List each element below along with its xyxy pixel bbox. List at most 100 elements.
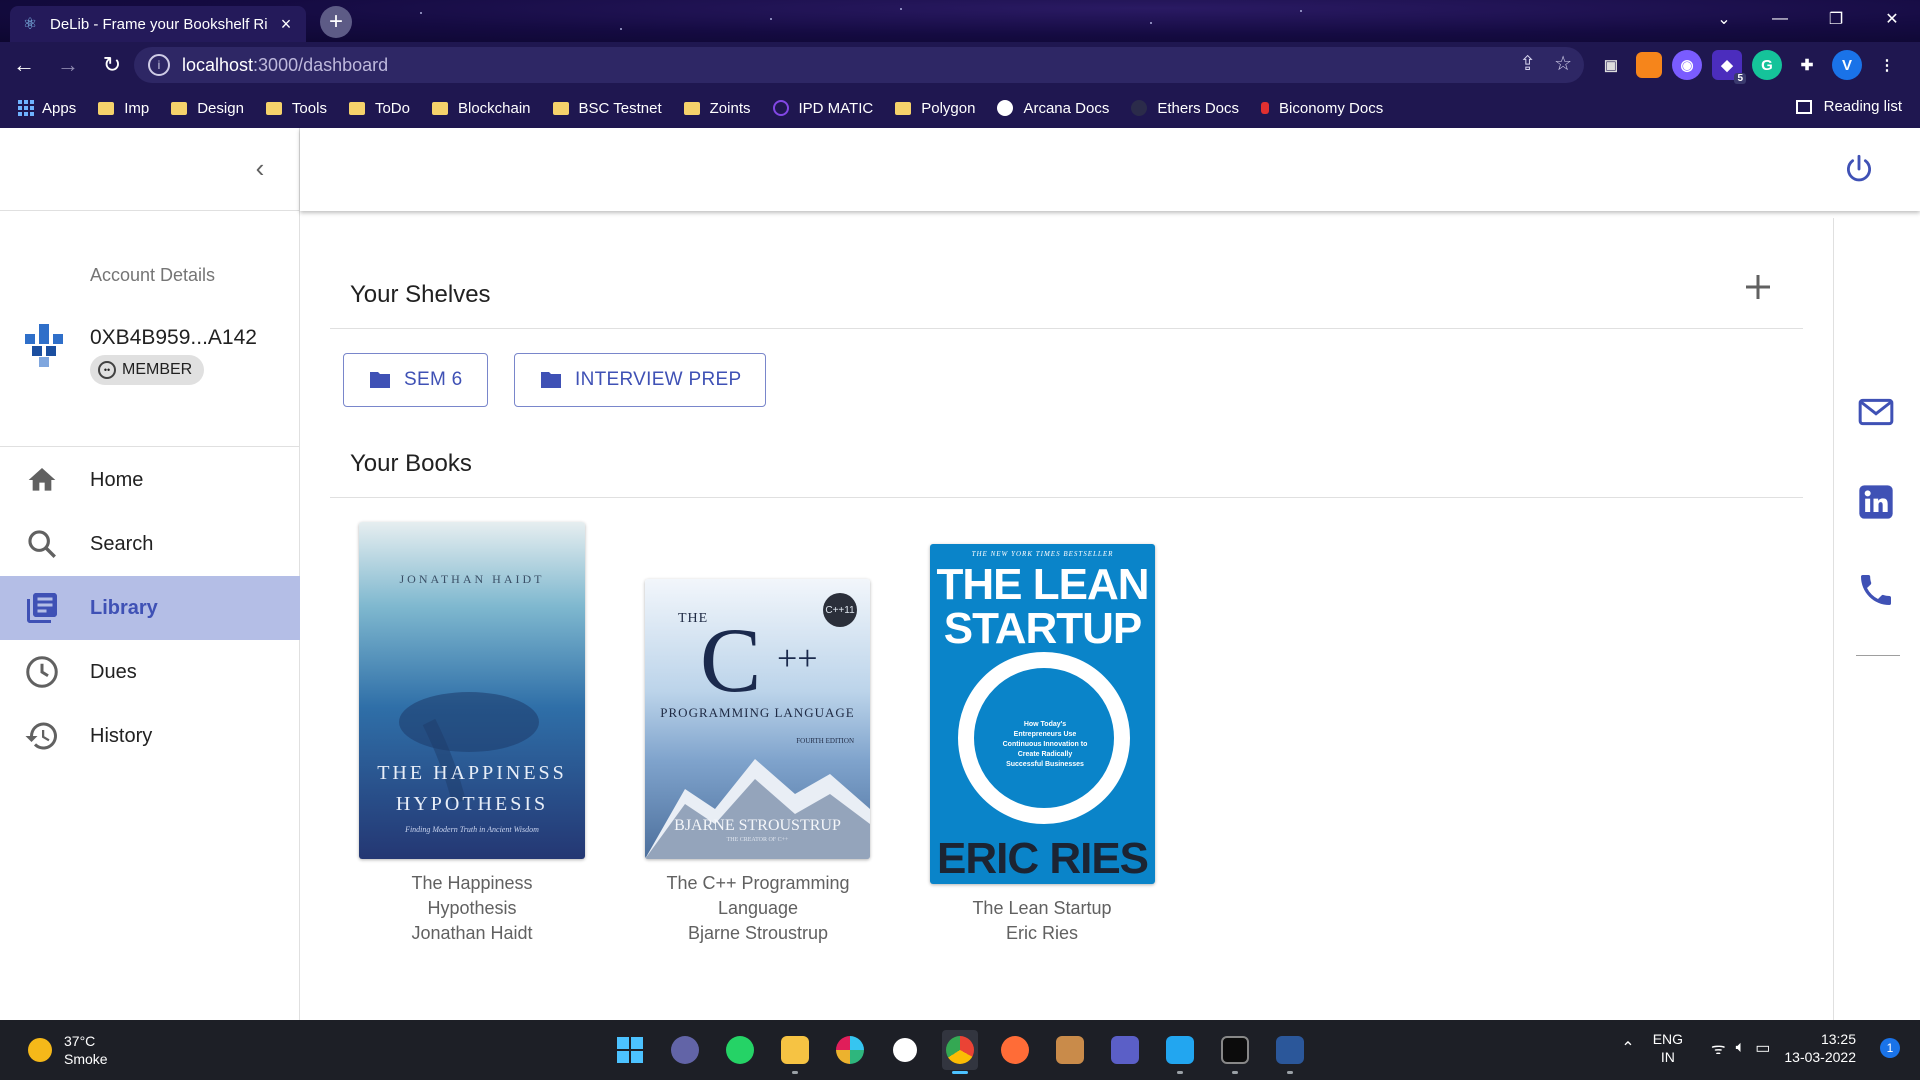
file-explorer-icon[interactable] <box>777 1030 813 1074</box>
url-path: :3000/dashboard <box>253 54 389 75</box>
word-icon[interactable] <box>1272 1030 1308 1074</box>
sidebar-item-search[interactable]: Search <box>0 512 300 576</box>
chrome-icon[interactable] <box>942 1030 978 1074</box>
address-bar[interactable]: i localhost:3000/dashboard ⇪ ☆ <box>134 47 1584 83</box>
sidebar-item-dues[interactable]: Dues <box>0 640 300 704</box>
new-tab-button[interactable]: + <box>320 6 352 38</box>
microsoft-teams-icon[interactable] <box>1107 1030 1143 1070</box>
linkedin-icon[interactable] <box>1856 482 1896 522</box>
minimize-icon[interactable]: — <box>1752 0 1808 38</box>
clock[interactable]: 13:25 13-03-2022 <box>1784 1030 1856 1066</box>
restore-icon[interactable]: ❐ <box>1808 0 1864 38</box>
postman-icon[interactable] <box>997 1030 1033 1070</box>
site-info-icon[interactable]: i <box>148 54 170 76</box>
browser-menu-icon[interactable]: ⋮ <box>1872 50 1902 80</box>
bookmark-folder[interactable]: Tools <box>265 100 327 117</box>
bookmark-link[interactable]: Biconomy Docs <box>1261 100 1383 117</box>
bookmark-link[interactable]: Ethers Docs <box>1131 100 1239 117</box>
logout-power-icon[interactable] <box>1842 152 1876 186</box>
book-author: Eric Ries <box>1005 923 1078 943</box>
mongodb-compass-icon[interactable] <box>887 1030 923 1070</box>
profile-avatar[interactable]: V <box>1832 50 1862 80</box>
chat-extension-icon[interactable]: ◉ <box>1672 50 1702 80</box>
polygon-icon <box>772 100 789 116</box>
teams-chat-icon[interactable] <box>667 1030 703 1070</box>
cover-author: JONATHAN HAIDT <box>399 572 545 586</box>
book-cover-happiness-hypothesis[interactable]: JONATHAN HAIDT THE HAPPINESS HYPOTHESIS … <box>359 522 585 859</box>
book-cover-lean-startup[interactable]: THE NEW YORK TIMES BESTSELLER THE LEAN S… <box>930 544 1155 884</box>
history-icon <box>22 716 62 756</box>
contact-rail <box>1833 218 1920 1020</box>
polygon-extension-icon[interactable]: ◆ 5 <box>1712 50 1746 84</box>
whatsapp-icon[interactable] <box>722 1030 758 1070</box>
bookmark-folder[interactable]: ToDo <box>348 100 410 117</box>
sidebar-item-history[interactable]: History <box>0 704 300 768</box>
browser-tab[interactable]: ⚛ DeLib - Frame your Bookshelf Ri × <box>10 6 306 42</box>
folder-icon <box>368 370 392 390</box>
cover-title-line1: THE HAPPINESS <box>377 762 567 784</box>
tab-search-icon[interactable]: ⌄ <box>1696 0 1752 38</box>
notification-badge[interactable]: 1 <box>1880 1038 1900 1058</box>
back-icon[interactable]: ← <box>4 45 44 85</box>
bookmarks-bar: Apps Imp Design Tools ToDo Blockchain BS… <box>0 88 1920 128</box>
rail-divider <box>1856 655 1900 656</box>
folder-icon <box>265 101 282 115</box>
reading-list-icon <box>1795 99 1812 114</box>
bookmark-link[interactable]: Arcana Docs <box>997 100 1109 117</box>
add-shelf-icon[interactable] <box>1740 269 1776 305</box>
cover-title-line2: STARTUP <box>943 604 1143 653</box>
reload-icon[interactable]: ↻ <box>92 45 132 85</box>
camera-extension-icon[interactable]: ▣ <box>1596 50 1626 80</box>
language-indicator[interactable]: ENG IN <box>1653 1030 1683 1066</box>
mail-icon[interactable] <box>1856 392 1896 432</box>
collapse-sidebar-icon[interactable]: ‹ <box>246 153 274 183</box>
bookmark-apps[interactable]: Apps <box>18 100 76 117</box>
clock-icon <box>22 652 62 692</box>
terminal-icon[interactable] <box>1217 1030 1253 1074</box>
sidebar-item-library[interactable]: Library <box>0 576 300 640</box>
bookmark-folder[interactable]: Design <box>171 100 244 117</box>
bookmark-folder[interactable]: Zoints <box>683 100 751 117</box>
slack-icon[interactable] <box>832 1030 868 1070</box>
weather-widget[interactable]: 37°C Smoke <box>28 1032 108 1068</box>
cover-c: C <box>700 609 762 711</box>
shelf-button-interview-prep[interactable]: INTERVIEW PREP <box>514 353 767 407</box>
start-button[interactable] <box>612 1030 648 1070</box>
phone-icon[interactable] <box>1856 570 1896 610</box>
close-window-icon[interactable]: ✕ <box>1864 0 1920 38</box>
shelf-button-sem6[interactable]: SEM 6 <box>343 353 488 407</box>
package-app-icon[interactable] <box>1052 1030 1088 1070</box>
shelf-label: SEM 6 <box>404 369 463 390</box>
bookmark-star-icon[interactable]: ☆ <box>1554 51 1572 76</box>
face-icon: •• <box>98 361 116 379</box>
wallet-address: 0XB4B959...A142 <box>90 326 257 349</box>
cover-plus: ++ <box>777 638 818 678</box>
show-hidden-icons-icon[interactable]: ⌃ <box>1621 1038 1634 1058</box>
battery-icon[interactable]: ▭ <box>1755 1038 1770 1058</box>
shelf-label: INTERVIEW PREP <box>575 369 742 390</box>
library-icon <box>22 588 62 628</box>
app-topbar <box>300 128 1920 211</box>
bookmark-folder[interactable]: Blockchain <box>431 100 531 117</box>
book-cover-cpp-programming-language[interactable]: THE C ++ C++11 PROGRAMMING LANGUAGE FOUR… <box>645 579 870 859</box>
folder-icon <box>683 101 700 115</box>
cover-edition: FOURTH EDITION <box>796 737 854 745</box>
folder-icon <box>98 101 115 115</box>
bookmark-link[interactable]: IPD MATIC <box>772 100 873 117</box>
extensions-puzzle-icon[interactable]: ✚ <box>1792 50 1822 80</box>
share-icon[interactable]: ⇪ <box>1519 51 1536 76</box>
grammarly-extension-icon[interactable]: G <box>1752 50 1782 80</box>
sidebar-item-label: Search <box>90 532 154 555</box>
metamask-extension-icon[interactable] <box>1636 52 1662 78</box>
bookmark-folder[interactable]: BSC Testnet <box>552 100 662 117</box>
close-tab-icon[interactable]: × <box>276 14 296 34</box>
bookmark-folder[interactable]: Imp <box>98 100 149 117</box>
wifi-icon[interactable]: ᯤ <box>1711 1037 1726 1059</box>
bookmark-folder[interactable]: Polygon <box>895 100 975 117</box>
volume-icon[interactable]: 🔈︎ <box>1736 1039 1746 1057</box>
vscode-icon[interactable] <box>1162 1030 1198 1074</box>
sidebar-item-home[interactable]: Home <box>0 448 300 512</box>
folder-icon <box>431 101 448 115</box>
forward-icon[interactable]: → <box>48 45 88 85</box>
reading-list-button[interactable]: Reading list <box>1795 98 1902 115</box>
